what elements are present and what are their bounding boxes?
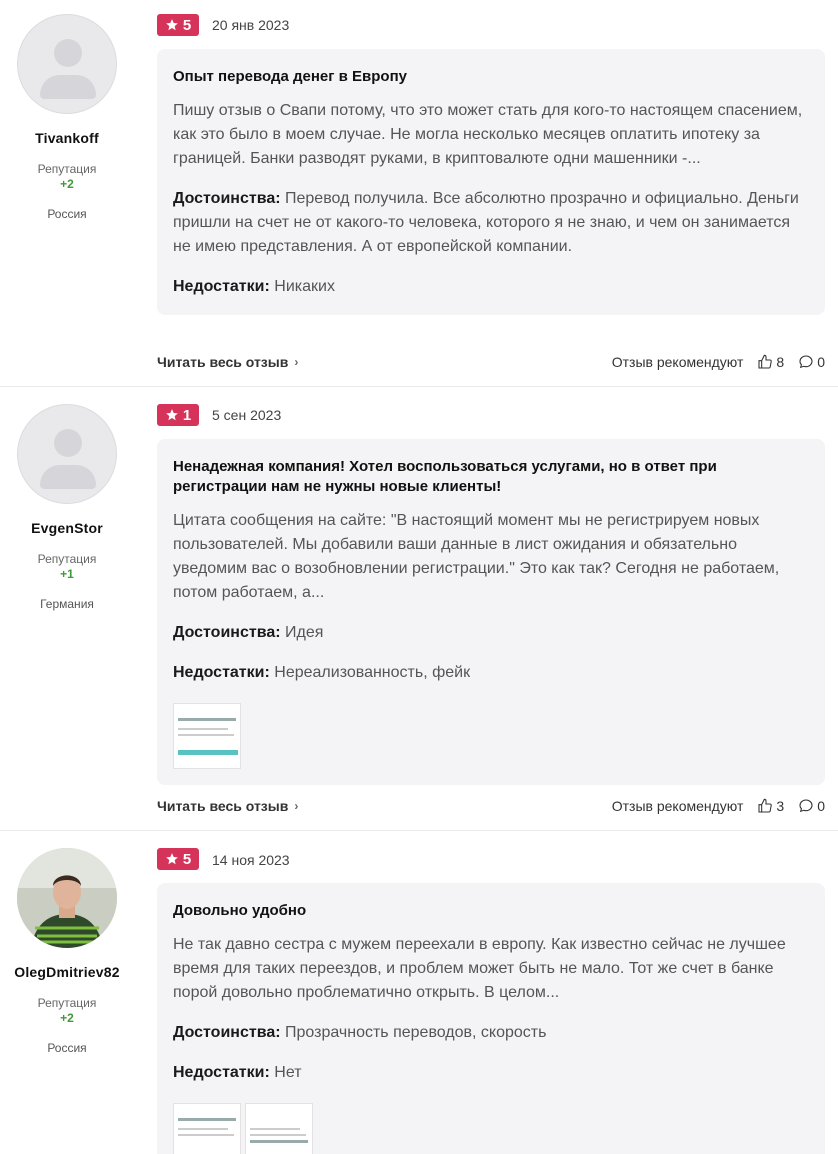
avatar[interactable]: [17, 848, 117, 948]
divider: [0, 386, 838, 387]
reputation-value: +1: [60, 567, 74, 581]
comment-count: 0: [817, 798, 825, 814]
review-photos: [173, 1103, 809, 1154]
cons-text: Никаких: [274, 278, 335, 295]
rating-badge: 1: [157, 404, 199, 426]
star-icon: [165, 409, 178, 421]
thumbs-up-icon: [758, 798, 773, 813]
comment-count: 0: [817, 354, 825, 370]
rating-badge: 5: [157, 14, 199, 36]
reputation-value: +2: [60, 1011, 74, 1025]
read-more-link[interactable]: Читать весь отзыв ›: [157, 798, 298, 814]
chevron-right-icon: ›: [294, 355, 299, 369]
read-more-label: Читать весь отзыв: [157, 354, 289, 370]
star-icon: [165, 19, 178, 31]
review-footer: Читать весь отзыв › Отзыв рекомендуют 3 …: [157, 796, 825, 816]
country: Россия: [47, 207, 87, 221]
thumbs-up-icon: [758, 354, 773, 369]
country: Россия: [47, 1041, 87, 1055]
review-date: 14 ноя 2023: [212, 852, 290, 868]
user-photo-icon: [17, 848, 117, 948]
cons-text: Нереализованность, фейк: [274, 664, 471, 681]
review-cons: Недостатки: Нереализованность, фейк: [173, 661, 809, 685]
cons-label: Недостатки:: [173, 1064, 270, 1081]
review-text: Цитата сообщения на сайте: "В настоящий …: [173, 512, 780, 601]
recommend-label: Отзыв рекомендуют: [611, 354, 744, 370]
comment-button[interactable]: 0: [798, 354, 825, 370]
rating-value: 5: [182, 850, 192, 868]
review-photos: [173, 703, 809, 769]
review-title[interactable]: Довольно удобно: [173, 901, 809, 921]
recommend-label: Отзыв рекомендуют: [611, 798, 744, 814]
pros-label: Достоинства:: [173, 1024, 281, 1041]
pros-text: Прозрачность переводов, скорость: [285, 1024, 547, 1041]
username[interactable]: OlegDmitriev82: [0, 964, 134, 980]
country: Германия: [40, 597, 94, 611]
review-card: Опыт перевода денег в Европу Пишу отзыв …: [157, 49, 825, 315]
photo-thumbnail[interactable]: [173, 703, 241, 769]
pros-label: Достоинства:: [173, 624, 281, 641]
like-count: 3: [776, 798, 785, 814]
review-pros: Достоинства: Идея: [173, 621, 809, 645]
cons-label: Недостатки:: [173, 278, 270, 295]
read-more-label: Читать весь отзыв: [157, 798, 289, 814]
avatar[interactable]: [17, 404, 117, 504]
chevron-right-icon: ›: [294, 799, 299, 813]
username[interactable]: EvgenStor: [0, 520, 134, 536]
review-text: Пишу отзыв о Свапи потому, что это может…: [173, 102, 803, 167]
star-icon: [165, 853, 178, 865]
review-title[interactable]: Ненадежная компания! Хотел воспользовать…: [173, 457, 809, 497]
reputation-label: Репутация: [37, 552, 97, 566]
review-pros: Достоинства: Прозрачность переводов, ско…: [173, 1021, 809, 1045]
review-date: 5 сен 2023: [212, 407, 282, 423]
cons-text: Нет: [274, 1064, 302, 1081]
like-count: 8: [776, 354, 785, 370]
like-button[interactable]: 8: [757, 354, 784, 370]
review-title[interactable]: Опыт перевода денег в Европу: [173, 67, 809, 87]
rating-value: 1: [182, 406, 192, 424]
comment-icon: [799, 799, 813, 813]
read-more-link[interactable]: Читать весь отзыв ›: [157, 354, 298, 370]
review-date: 20 янв 2023: [212, 17, 290, 33]
review-cons: Недостатки: Никаких: [173, 275, 809, 299]
pros-label: Достоинства:: [173, 190, 281, 207]
rating-badge: 5: [157, 848, 199, 870]
reputation-label: Репутация: [37, 162, 97, 176]
divider: [0, 830, 838, 831]
review-card: Ненадежная компания! Хотел воспользовать…: [157, 439, 825, 785]
comment-button[interactable]: 0: [798, 798, 825, 814]
username[interactable]: Tivankoff: [0, 130, 134, 146]
like-button[interactable]: 3: [757, 798, 784, 814]
review-cons: Недостатки: Нет: [173, 1061, 809, 1085]
rating-value: 5: [182, 16, 192, 34]
comment-icon: [799, 355, 813, 369]
cons-label: Недостатки:: [173, 664, 270, 681]
photo-thumbnail[interactable]: [173, 1103, 241, 1154]
photo-thumbnail[interactable]: [245, 1103, 313, 1154]
review-card: Довольно удобно Не так давно сестра с му…: [157, 883, 825, 1154]
review-text: Не так давно сестра с мужем переехали в …: [173, 936, 786, 1001]
reputation-value: +2: [60, 177, 74, 191]
review-pros: Достоинства: Перевод получила. Все абсол…: [173, 187, 809, 259]
pros-text: Идея: [285, 624, 324, 641]
review-footer: Читать весь отзыв › Отзыв рекомендуют 8 …: [157, 352, 825, 372]
reputation-label: Репутация: [37, 996, 97, 1010]
avatar[interactable]: [17, 14, 117, 114]
